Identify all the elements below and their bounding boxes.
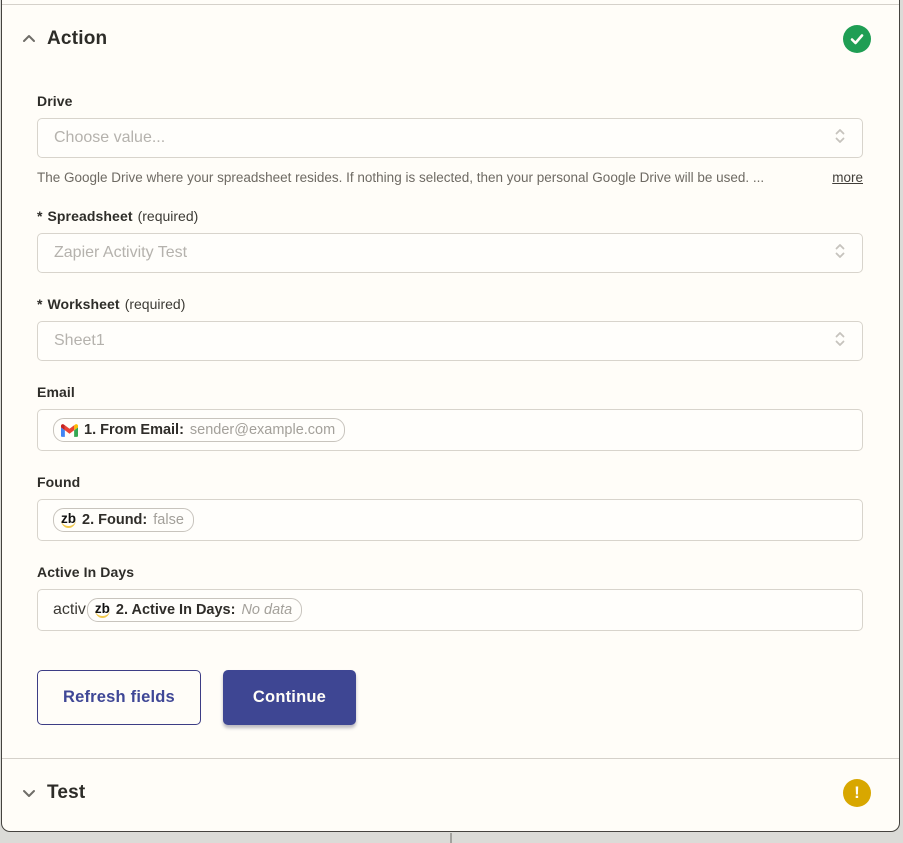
field-active-in-days: Active In Days activ zb 2. Active In Day… bbox=[37, 564, 863, 631]
required-asterisk: * bbox=[37, 208, 42, 224]
chip-value: false bbox=[153, 512, 184, 528]
required-note: (required) bbox=[125, 296, 186, 312]
more-link[interactable]: more bbox=[832, 170, 863, 185]
spreadsheet-select[interactable]: Zapier Activity Test bbox=[37, 233, 863, 273]
active-in-days-mapped-field-chip[interactable]: zb 2. Active In Days: No data bbox=[87, 598, 302, 623]
chevron-down-icon bbox=[20, 784, 38, 802]
drive-select[interactable]: Choose value... bbox=[37, 118, 863, 158]
field-found: Found zb 2. Found: false bbox=[37, 474, 863, 541]
action-success-check-icon bbox=[843, 25, 871, 53]
spreadsheet-label: Spreadsheet bbox=[47, 208, 132, 224]
typed-text: activ bbox=[53, 601, 86, 619]
active-in-days-label: Active In Days bbox=[37, 564, 134, 580]
chip-label: 1. From Email: bbox=[84, 422, 184, 438]
worksheet-value: Sheet1 bbox=[54, 332, 105, 350]
drive-placeholder: Choose value... bbox=[54, 129, 165, 147]
drive-helper-text: The Google Drive where your spreadsheet … bbox=[37, 170, 818, 185]
worksheet-select[interactable]: Sheet1 bbox=[37, 321, 863, 361]
found-input[interactable]: zb 2. Found: false bbox=[37, 499, 863, 541]
found-mapped-field-chip[interactable]: zb 2. Found: false bbox=[53, 508, 194, 533]
drive-label: Drive bbox=[37, 93, 73, 109]
action-section-body: Drive Choose value... The Google Drive w… bbox=[2, 71, 899, 758]
test-section-header[interactable]: Test ! bbox=[2, 759, 899, 825]
chip-value: No data bbox=[241, 602, 292, 618]
email-input[interactable]: 1. From Email: sender@example.com bbox=[37, 409, 863, 451]
spreadsheet-value: Zapier Activity Test bbox=[54, 244, 187, 262]
action-section-title: Action bbox=[47, 28, 107, 50]
zapier-step-icon: zb bbox=[61, 512, 76, 529]
field-email: Email 1. From Email: sender@example.com bbox=[37, 384, 863, 451]
found-label: Found bbox=[37, 474, 80, 490]
test-warning-exclamation-icon: ! bbox=[843, 779, 871, 807]
continue-button[interactable]: Continue bbox=[223, 670, 356, 725]
action-section-header[interactable]: Action bbox=[2, 5, 899, 71]
worksheet-label: Worksheet bbox=[47, 296, 119, 312]
field-spreadsheet: * Spreadsheet (required) Zapier Activity… bbox=[37, 208, 863, 273]
chip-label: 2. Found: bbox=[82, 512, 147, 528]
gmail-icon bbox=[61, 424, 78, 437]
action-buttons-row: Refresh fields Continue bbox=[37, 670, 863, 725]
unfold-chevrons-icon bbox=[834, 330, 846, 353]
zapier-step-icon: zb bbox=[95, 602, 110, 619]
chevron-up-icon bbox=[20, 30, 38, 48]
field-worksheet: * Worksheet (required) Sheet1 bbox=[37, 296, 863, 361]
chip-value: sender@example.com bbox=[190, 422, 335, 438]
email-mapped-field-chip[interactable]: 1. From Email: sender@example.com bbox=[53, 418, 345, 442]
unfold-chevrons-icon bbox=[834, 127, 846, 150]
step-settings-panel: Action Drive Choose value... The Google … bbox=[1, 0, 900, 832]
email-label: Email bbox=[37, 384, 75, 400]
required-asterisk: * bbox=[37, 296, 42, 312]
unfold-chevrons-icon bbox=[834, 242, 846, 265]
active-in-days-input[interactable]: activ zb 2. Active In Days: No data bbox=[37, 589, 863, 631]
step-connector-line bbox=[450, 833, 452, 843]
required-note: (required) bbox=[138, 208, 199, 224]
field-drive: Drive Choose value... The Google Drive w… bbox=[37, 93, 863, 185]
test-section-title: Test bbox=[47, 782, 85, 804]
refresh-fields-button[interactable]: Refresh fields bbox=[37, 670, 201, 725]
chip-label: 2. Active In Days: bbox=[116, 602, 236, 618]
